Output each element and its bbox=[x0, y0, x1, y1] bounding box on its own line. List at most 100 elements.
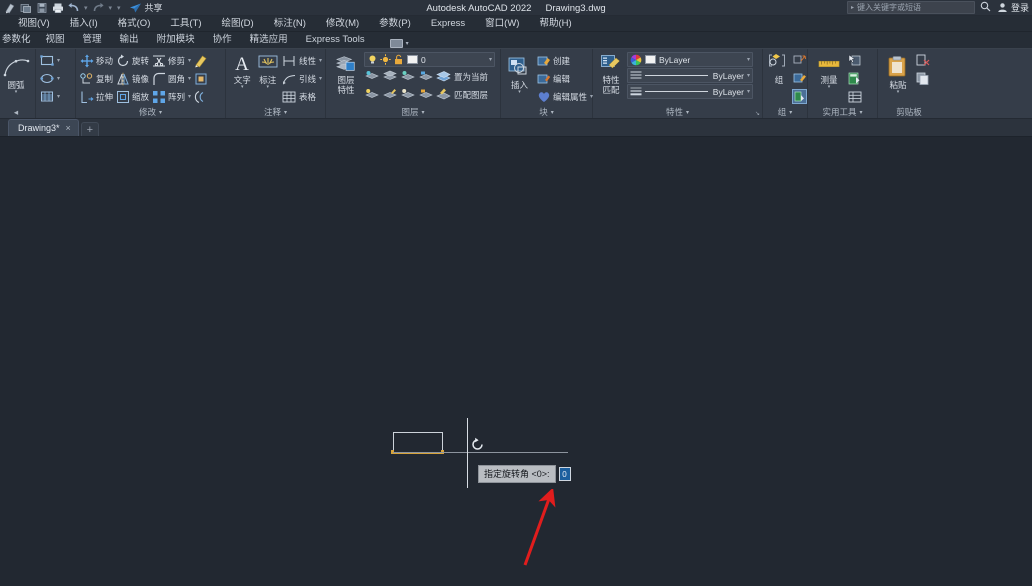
undo-icon[interactable] bbox=[67, 1, 80, 14]
layer-edit-icon[interactable] bbox=[382, 87, 397, 102]
insert-block-tool[interactable]: 插入 ▾ bbox=[506, 51, 533, 95]
ribbon-tab-collaborate[interactable]: 协作 bbox=[204, 32, 241, 48]
measure-tool[interactable]: 测量 ▾ bbox=[814, 51, 844, 90]
copy-clip-tool[interactable] bbox=[915, 70, 930, 87]
ungroup-tool[interactable] bbox=[792, 52, 807, 69]
quick-calc-tool[interactable] bbox=[847, 70, 862, 87]
chevron-down-icon[interactable]: ▾ bbox=[686, 109, 689, 116]
chevron-down-icon[interactable]: ▾ bbox=[551, 109, 554, 116]
erase-tool[interactable] bbox=[193, 52, 208, 69]
layer-properties-tool[interactable]: 图层 特性 bbox=[331, 51, 361, 95]
insert-block-dropdown-icon[interactable]: ▾ bbox=[518, 90, 521, 95]
explode-tool[interactable] bbox=[193, 70, 208, 87]
open-drawing-icon[interactable] bbox=[19, 1, 32, 14]
scale-tool[interactable]: 缩放 bbox=[115, 88, 149, 105]
new-drawing-icon[interactable] bbox=[3, 1, 16, 14]
unlock-icon[interactable] bbox=[393, 54, 404, 65]
close-icon[interactable]: × bbox=[66, 123, 71, 133]
layer-on-icon[interactable] bbox=[364, 87, 379, 102]
chevron-down-icon[interactable]: ▾ bbox=[159, 109, 162, 116]
qat-customize-icon[interactable]: ▾ bbox=[116, 4, 122, 12]
menu-item-format[interactable]: 格式(O) bbox=[108, 16, 161, 32]
dimension-tool[interactable]: 标注 ▾ bbox=[256, 51, 278, 90]
hatch-tool[interactable]: ▾ bbox=[39, 88, 72, 105]
leader-tool[interactable]: 引线 ▾ bbox=[282, 70, 322, 87]
move-tool[interactable]: 移动 bbox=[79, 52, 113, 69]
edit-block-tool[interactable]: 编辑 bbox=[536, 70, 593, 87]
ribbon-tab-view[interactable]: 视图 bbox=[37, 32, 74, 48]
data-extraction-tool[interactable] bbox=[847, 88, 862, 105]
arc-dropdown-icon[interactable]: ▾ bbox=[15, 90, 18, 95]
layer-off-icon[interactable] bbox=[400, 69, 415, 84]
object-color-selector[interactable]: ByLayer ▾ bbox=[627, 52, 753, 67]
lineweight-selector[interactable]: ByLayer ▾ bbox=[627, 84, 753, 99]
layer-unlock-icon[interactable] bbox=[418, 87, 433, 102]
properties-dialog-launcher-icon[interactable]: ↘ bbox=[755, 110, 760, 117]
paste-dropdown-icon[interactable]: ▾ bbox=[897, 90, 900, 95]
menu-item-modify[interactable]: 修改(M) bbox=[316, 16, 369, 32]
rectangle-object[interactable] bbox=[393, 432, 443, 454]
menu-item-insert[interactable]: 插入(I) bbox=[60, 16, 108, 32]
stretch-tool[interactable]: 拉伸 bbox=[79, 88, 113, 105]
fillet-dropdown-icon[interactable]: ▾ bbox=[188, 75, 191, 82]
chevron-down-icon[interactable]: ▾ bbox=[860, 109, 863, 116]
lightbulb-icon[interactable] bbox=[367, 54, 378, 65]
menu-item-parametric[interactable]: 参数(P) bbox=[369, 16, 421, 32]
paste-tool[interactable]: 粘贴 ▾ bbox=[884, 51, 912, 95]
menu-item-draw[interactable]: 绘图(D) bbox=[212, 16, 264, 32]
layer-isolate-icon[interactable] bbox=[364, 69, 379, 84]
ribbon-tab-addins[interactable]: 附加模块 bbox=[148, 32, 204, 48]
menu-item-express[interactable]: Express bbox=[421, 16, 475, 32]
search-dropdown-icon[interactable]: ▸ bbox=[851, 4, 854, 11]
copy-tool[interactable]: 复制 bbox=[79, 70, 113, 87]
workspace-switcher[interactable]: ▾ bbox=[389, 39, 409, 48]
rectangle-tool[interactable]: ▾ bbox=[39, 52, 72, 69]
linear-dimension-tool[interactable]: 线性 ▾ bbox=[282, 52, 322, 69]
ribbon-tab-featured-apps[interactable]: 精选应用 bbox=[241, 32, 297, 48]
layer-dropdown-icon[interactable]: ▾ bbox=[489, 56, 492, 63]
offset-tool[interactable] bbox=[193, 88, 208, 105]
table-tool[interactable]: 表格 bbox=[282, 88, 322, 105]
ribbon-tab-output[interactable]: 输出 bbox=[111, 32, 148, 48]
array-dropdown-icon[interactable]: ▾ bbox=[188, 93, 191, 100]
array-tool[interactable]: 阵列 ▾ bbox=[151, 88, 191, 105]
group-edit-tool[interactable] bbox=[792, 70, 807, 87]
sun-freeze-icon[interactable] bbox=[380, 54, 391, 65]
linetype-dropdown-icon[interactable]: ▾ bbox=[747, 72, 750, 79]
rectangle-dropdown-icon[interactable]: ▾ bbox=[57, 57, 60, 64]
menu-item-tools[interactable]: 工具(T) bbox=[160, 16, 211, 32]
trim-tool[interactable]: 修剪 ▾ bbox=[151, 52, 191, 69]
group-selection-tool[interactable] bbox=[792, 88, 807, 105]
set-current-layer-icon[interactable] bbox=[436, 69, 451, 84]
drawing-canvas[interactable]: 指定旋转角 <0>: 0 bbox=[0, 137, 1032, 586]
mirror-tool[interactable]: 镜像 bbox=[115, 70, 149, 87]
cut-tool[interactable] bbox=[915, 52, 930, 69]
trim-dropdown-icon[interactable]: ▾ bbox=[188, 57, 191, 64]
ellipse-tool[interactable]: ▾ bbox=[39, 70, 72, 87]
text-tool[interactable]: A 文字 ▾ bbox=[231, 51, 253, 90]
arc-tool[interactable]: 圆弧 ▾ bbox=[0, 51, 32, 95]
print-icon[interactable] bbox=[51, 1, 64, 14]
rotate-tool[interactable]: 旋转 bbox=[115, 52, 149, 69]
hatch-dropdown-icon[interactable]: ▾ bbox=[57, 93, 60, 100]
layer-thaw-icon[interactable] bbox=[400, 87, 415, 102]
undo-dropdown-icon[interactable]: ▾ bbox=[83, 4, 89, 12]
chevron-down-icon[interactable]: ▾ bbox=[284, 109, 287, 116]
menu-item-view[interactable]: 视图(V) bbox=[8, 16, 60, 32]
lineweight-dropdown-icon[interactable]: ▾ bbox=[747, 88, 750, 95]
group-tool[interactable]: 组 bbox=[768, 51, 790, 85]
share-button[interactable]: 共享 bbox=[129, 1, 163, 14]
quick-select-tool[interactable] bbox=[847, 52, 862, 69]
quick-access-toolbar[interactable]: ▾ ▾ ▾ 共享 bbox=[0, 1, 163, 14]
dimension-dropdown-icon[interactable]: ▾ bbox=[266, 85, 269, 90]
layer-selector[interactable]: 0 ▾ bbox=[364, 52, 495, 67]
sign-in-button[interactable]: 登录 bbox=[996, 1, 1029, 14]
text-dropdown-icon[interactable]: ▾ bbox=[241, 85, 244, 90]
layer-freeze-icon[interactable] bbox=[382, 69, 397, 84]
edit-attributes-tool[interactable]: 编辑属性 ▾ bbox=[536, 88, 593, 105]
menu-item-dimension[interactable]: 标注(N) bbox=[264, 16, 316, 32]
fillet-tool[interactable]: 圆角 ▾ bbox=[151, 70, 191, 87]
match-layer-icon[interactable] bbox=[436, 87, 451, 102]
help-search-input[interactable]: ▸ 键入关键字或短语 bbox=[846, 1, 975, 14]
search-icon[interactable] bbox=[980, 1, 991, 14]
